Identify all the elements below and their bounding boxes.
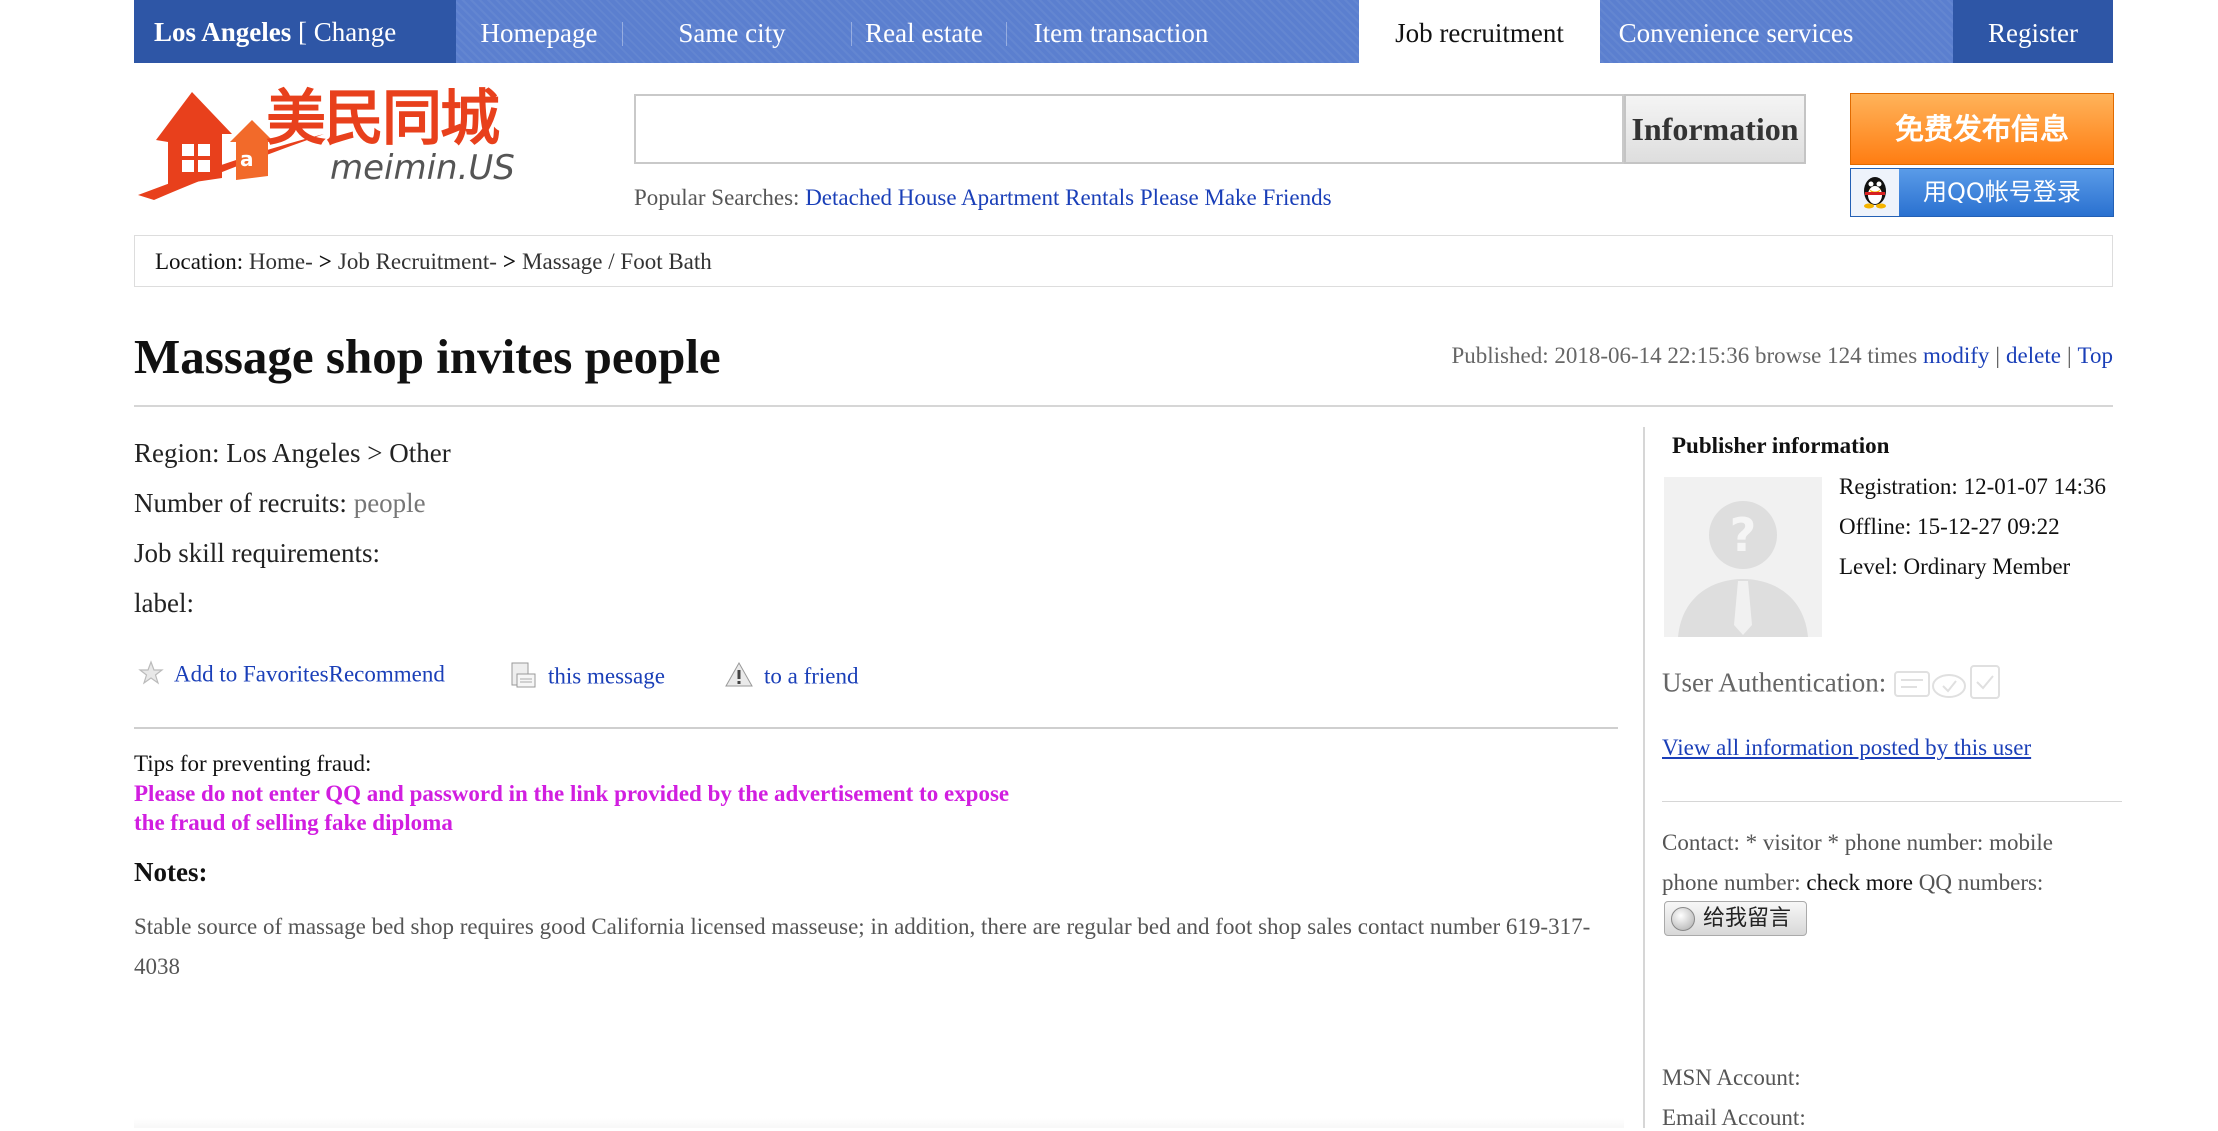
register-link[interactable]: Register	[1953, 0, 2113, 63]
bottom-shade	[134, 1118, 1624, 1128]
post-meta: Published: 2018-06-14 22:15:36 browse 12…	[1451, 343, 2113, 369]
breadcrumb-job-recruitment[interactable]: Job Recruitment-	[338, 249, 497, 274]
recruits-field: Number of recruits: people	[134, 488, 426, 519]
popular-searches-label: Popular Searches:	[634, 185, 800, 210]
breadcrumb-separator: >	[502, 249, 517, 274]
nav-same-city-merchants[interactable]: Same city merchants	[623, 0, 841, 115]
modify-link[interactable]: modify	[1923, 343, 1989, 368]
title-divider	[134, 405, 2113, 407]
avatar: ?	[1664, 477, 1822, 637]
leave-message-label: 给我留言	[1703, 906, 1792, 931]
nav-convenience-services[interactable]: Convenience services	[1600, 0, 1872, 63]
breadcrumb-label: Location:	[155, 249, 244, 274]
browse-count: browse 124 times	[1754, 343, 1918, 368]
add-to-favorites-link[interactable]: Add to FavoritesRecommend	[174, 661, 445, 686]
site-logo[interactable]: a 美民同城 meimin.US	[134, 82, 524, 202]
skills-field: Job skill requirements:	[134, 538, 380, 568]
content-divider	[134, 727, 1618, 729]
nav-homepage[interactable]: Homepage	[456, 0, 622, 63]
region-field: Region: Los Angeles > Other	[134, 438, 451, 469]
published-datetime: 2018-06-14 22:15:36	[1554, 343, 1750, 368]
logo-chinese-text: 美民同城	[266, 84, 500, 154]
free-publish-button[interactable]: 免费发布信息	[1850, 93, 2114, 165]
publisher-heading: Publisher information	[1672, 433, 1890, 458]
view-all-posts-link[interactable]: View all information posted by this user	[1662, 735, 2031, 761]
nav-item-transaction[interactable]: Item transaction	[1007, 0, 1235, 63]
change-city-link[interactable]: [ Change	[298, 17, 396, 47]
popular-link-detached-house[interactable]: Detached House	[805, 185, 956, 210]
region-value: Los Angeles > Other	[226, 438, 451, 468]
check-more-link[interactable]: check more	[1806, 870, 1913, 895]
authentication-label: User Authentication:	[1662, 667, 1887, 698]
qq-numbers-label: QQ numbers:	[1918, 870, 2044, 895]
notes-text: Stable source of massage bed shop requir…	[134, 914, 1591, 979]
page-title: Massage shop invites people	[134, 329, 721, 384]
breadcrumb-separator: >	[318, 249, 332, 274]
leave-message-button[interactable]: 给我留言	[1664, 901, 1807, 936]
search-button[interactable]: Information	[1624, 94, 1806, 164]
recruits-label: Number of recruits:	[134, 488, 347, 518]
recruits-value: people	[353, 488, 426, 518]
city-selector[interactable]: Los Angeles [ Change	[134, 0, 456, 63]
svg-text:?: ?	[1730, 508, 1757, 562]
star-icon	[138, 660, 164, 692]
search-input[interactable]	[634, 94, 1624, 164]
breadcrumb-home[interactable]: Home-	[249, 249, 313, 274]
email-account: Email Account:	[1662, 1105, 1806, 1130]
top-nav: Los Angeles [ Change Homepage Same city …	[134, 0, 2113, 115]
tell-friend-action[interactable]: to a friend	[724, 660, 859, 696]
logo-latin-text: meimin.US	[330, 148, 515, 188]
add-to-favorites-action[interactable]: Add to FavoritesRecommend	[138, 660, 445, 692]
delete-link[interactable]: delete	[2006, 343, 2061, 368]
nav-real-estate[interactable]: Real estate	[852, 0, 996, 63]
sidebar-section-divider	[1662, 801, 2122, 802]
user-authentication: User Authentication:	[1662, 660, 2003, 711]
qq-login-button[interactable]: 用QQ帐号登录	[1850, 168, 2114, 217]
notes-heading: Notes:	[134, 857, 208, 887]
contact-info: Contact: * visitor * phone number: mobil…	[1662, 823, 2112, 903]
offline-date: Offline: 15-12-27 09:22	[1839, 514, 2060, 539]
friend-link[interactable]: to a friend	[764, 663, 859, 688]
nav-job-recruitment[interactable]: Job recruitment	[1359, 0, 1600, 63]
sidebar-divider	[1643, 427, 1645, 1128]
popular-link-apartment-rentals[interactable]: Apartment Rentals	[961, 185, 1134, 210]
printer-icon	[508, 660, 538, 696]
msn-account: MSN Account:	[1662, 1065, 1801, 1090]
city-name: Los Angeles	[154, 17, 292, 47]
meta-divider: |	[1995, 343, 2001, 368]
fraud-tips-text: Please do not enter QQ and password in t…	[134, 781, 1010, 835]
qq-penguin-icon	[1851, 169, 1899, 216]
popular-link-make-friends[interactable]: Please Make Friends	[1140, 185, 1332, 210]
unknown-user-icon: ?	[1664, 477, 1822, 637]
message-link[interactable]: this message	[548, 663, 665, 688]
published-label: Published:	[1451, 343, 1549, 368]
verification-badges-icon	[1893, 660, 2003, 711]
meta-divider: |	[2066, 343, 2072, 368]
fraud-tips-heading: Tips for preventing fraud:	[134, 751, 372, 776]
member-level: Level: Ordinary Member	[1839, 554, 2071, 579]
qq-login-label: 用QQ帐号登录	[1923, 178, 2081, 206]
svg-text:a: a	[240, 147, 254, 171]
print-message-action[interactable]: this message	[508, 660, 665, 696]
message-bubble-icon	[1671, 907, 1695, 931]
region-label: Region:	[134, 438, 220, 468]
breadcrumb: Location: Home- > Job Recruitment- > Massage…	[134, 235, 2113, 287]
registration-date: Registration: 12-01-07 14:36	[1839, 474, 2107, 499]
tag-field: label:	[134, 588, 194, 618]
popular-searches: Popular Searches: Detached House Apartme…	[634, 185, 1332, 211]
breadcrumb-massage-foot-bath[interactable]: Massage / Foot Bath	[522, 249, 712, 274]
warning-icon	[724, 660, 754, 696]
top-link[interactable]: Top	[2078, 343, 2113, 368]
